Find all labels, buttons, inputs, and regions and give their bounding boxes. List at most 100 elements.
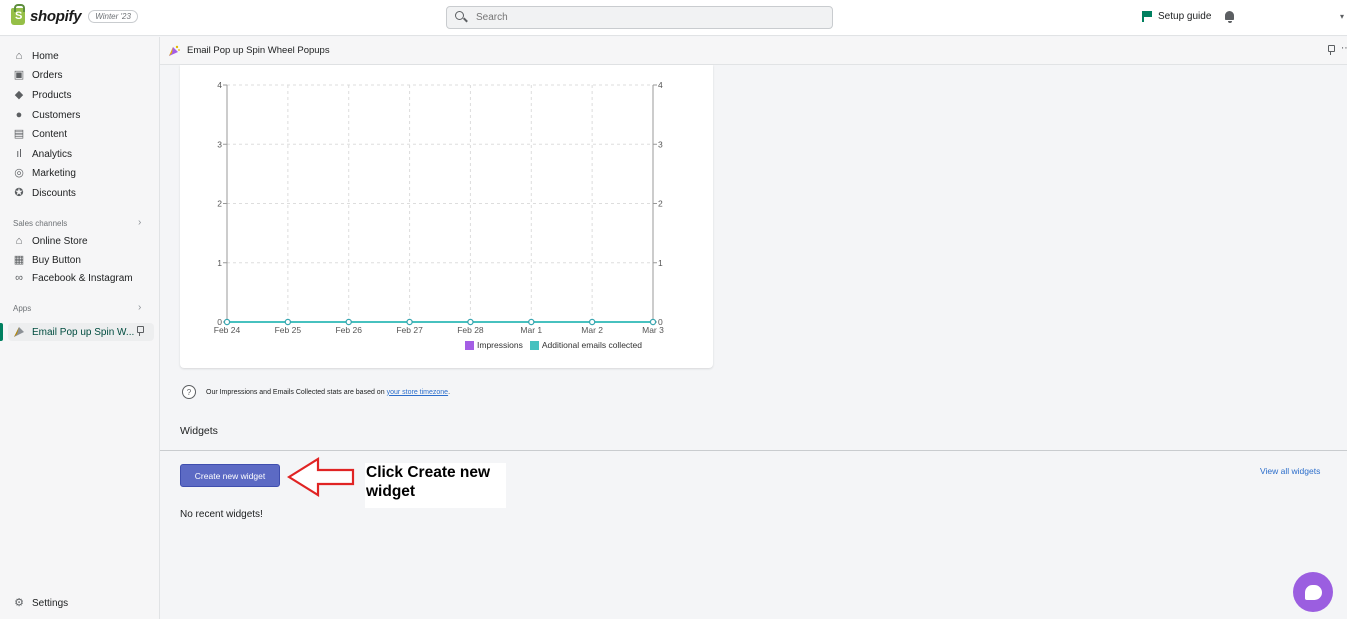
y-tick-label: 3 [217, 139, 222, 149]
search-bar[interactable] [446, 6, 833, 29]
sidebar-item-facebook-instagram[interactable]: ∞ Facebook & Instagram [13, 269, 133, 287]
data-point [223, 318, 231, 326]
sidebar-item-analytics[interactable]: ıl Analytics [13, 145, 72, 163]
tag-icon: ◆ [14, 88, 24, 101]
x-tick-label: Mar 3 [642, 325, 664, 335]
sidebar-item-label: Home [32, 50, 59, 62]
x-tick-label: Feb 27 [396, 325, 423, 335]
y-right-tick-label: 1 [658, 258, 663, 268]
sidebar-item-label: Orders [32, 69, 63, 81]
y-tick-label: 4 [217, 80, 222, 90]
data-point [528, 318, 535, 326]
create-new-widget-button[interactable]: Create new widget [180, 464, 280, 487]
buy-button-icon: ▦ [13, 253, 25, 266]
discount-icon: ✪ [14, 186, 24, 199]
sidebar-item-label: Content [32, 128, 68, 140]
store-timezone-link[interactable]: your store timezone [387, 389, 448, 396]
sidebar-item-label: Online Store [32, 235, 88, 247]
chevron-down-icon[interactable]: ▾ [1340, 12, 1344, 21]
search-icon [453, 7, 473, 28]
target-icon: ◎ [14, 166, 24, 179]
store-icon: ⌂ [15, 234, 23, 247]
sidebar-item-label: Customers [32, 109, 81, 121]
home-icon: ⌂ [15, 49, 23, 62]
active-indicator [0, 323, 3, 341]
chat-launcher-button[interactable] [1293, 572, 1333, 612]
bar-chart-icon: ıl [16, 147, 22, 160]
chevron-right-icon[interactable]: › [138, 217, 141, 228]
data-point [284, 318, 292, 326]
apps-label: Apps [13, 304, 32, 313]
more-icon[interactable]: ⋯ [1341, 43, 1347, 54]
timezone-note-text: Our Impressions and Emails Collected sta… [206, 388, 385, 396]
sidebar-item-discounts[interactable]: ✪ Discounts [13, 184, 76, 202]
timezone-note-suffix: . [448, 388, 451, 396]
chart-legend: Impressions Additional emails collected [465, 340, 642, 350]
sidebar-item-label: Discounts [32, 187, 76, 199]
sidebar-item-marketing[interactable]: ◎ Marketing [13, 164, 76, 182]
x-tick-label: Feb 25 [275, 325, 302, 335]
callout-text: Click Create new widget [365, 463, 506, 508]
data-point [649, 318, 657, 326]
sidebar-item-orders[interactable]: ▣ Orders [13, 66, 63, 84]
app-header: Email Pop up Spin Wheel Popups ⋯ [160, 37, 1347, 65]
sidebar-item-settings[interactable]: ⚙ Settings [13, 594, 68, 612]
pin-icon[interactable] [1326, 45, 1335, 56]
legend-swatch-impressions [465, 340, 474, 350]
y-tick-label: 1 [217, 258, 222, 268]
image-icon: ▤ [13, 127, 25, 140]
sidebar: ⌂ Home ▣ Orders ◆ Products ● Customers ▤… [0, 37, 160, 619]
setup-guide-label: Setup guide [1158, 11, 1212, 22]
widgets-heading: Widgets [180, 425, 218, 437]
orders-icon: ▣ [13, 68, 25, 81]
sidebar-item-label: Email Pop up Spin W... [32, 326, 135, 338]
pin-icon[interactable] [135, 326, 144, 337]
sidebar-item-online-store[interactable]: ⌂ Online Store [13, 232, 88, 250]
legend-label-emails: Additional emails collected [541, 340, 642, 350]
data-point [588, 318, 596, 326]
chat-bubble-icon [1304, 584, 1322, 600]
shopify-bag-icon: S [11, 4, 25, 25]
party-popper-icon [168, 44, 180, 56]
sidebar-item-label: Products [32, 89, 72, 101]
sidebar-item-label: Facebook & Instagram [32, 272, 133, 284]
x-tick-label: Feb 28 [457, 325, 484, 335]
x-tick-label: Mar 1 [520, 325, 542, 335]
top-bar: S shopify Winter '23 Setup guide ▾ [0, 0, 1347, 36]
x-tick-label: Feb 26 [335, 325, 362, 335]
x-tick-label: Feb 24 [214, 325, 241, 335]
sales-channels-label: Sales channels [13, 219, 68, 228]
question-icon[interactable]: ? [182, 385, 196, 399]
gear-icon: ⚙ [14, 596, 24, 609]
sidebar-item-buy-button[interactable]: ▦ Buy Button [13, 251, 81, 269]
setup-guide-button[interactable]: Setup guide [1142, 11, 1211, 22]
shopify-logo[interactable]: S shopify Winter '23 [11, 4, 138, 25]
sidebar-item-label: Marketing [32, 167, 76, 179]
search-input[interactable] [476, 12, 776, 23]
chevron-right-icon[interactable]: › [138, 302, 141, 313]
sidebar-item-customers[interactable]: ● Customers [13, 106, 81, 124]
y-right-tick-label: 4 [658, 80, 663, 90]
bell-icon[interactable] [1224, 11, 1235, 23]
app-icon [13, 326, 25, 338]
x-tick-label: Mar 2 [581, 325, 603, 335]
sidebar-item-label: Settings [32, 597, 69, 609]
callout-arrow [287, 457, 355, 497]
sidebar-item-spin-wheel-app[interactable]: Email Pop up Spin W... [13, 323, 134, 341]
y-right-tick-label: 3 [658, 139, 663, 149]
line-chart: 0 01 12 23 34 4Feb 24 Feb 25 Feb 26 Feb 27 Feb 28… [214, 80, 664, 335]
sidebar-item-content[interactable]: ▤ Content [13, 125, 67, 143]
app-title: Email Pop up Spin Wheel Popups [187, 45, 330, 56]
flag-icon [1142, 11, 1152, 22]
y-tick-label: 2 [217, 199, 222, 209]
release-badge: Winter '23 [88, 10, 138, 23]
legend-swatch-emails [529, 340, 539, 350]
section-divider [160, 450, 1347, 451]
data-point [467, 318, 474, 326]
view-all-widgets-link[interactable]: View all widgets [1260, 466, 1320, 476]
empty-widgets-text: No recent widgets! [180, 509, 263, 520]
sidebar-item-products[interactable]: ◆ Products [13, 86, 72, 104]
person-icon: ● [15, 108, 23, 121]
sidebar-item-home[interactable]: ⌂ Home [13, 47, 59, 65]
data-point [406, 318, 413, 326]
